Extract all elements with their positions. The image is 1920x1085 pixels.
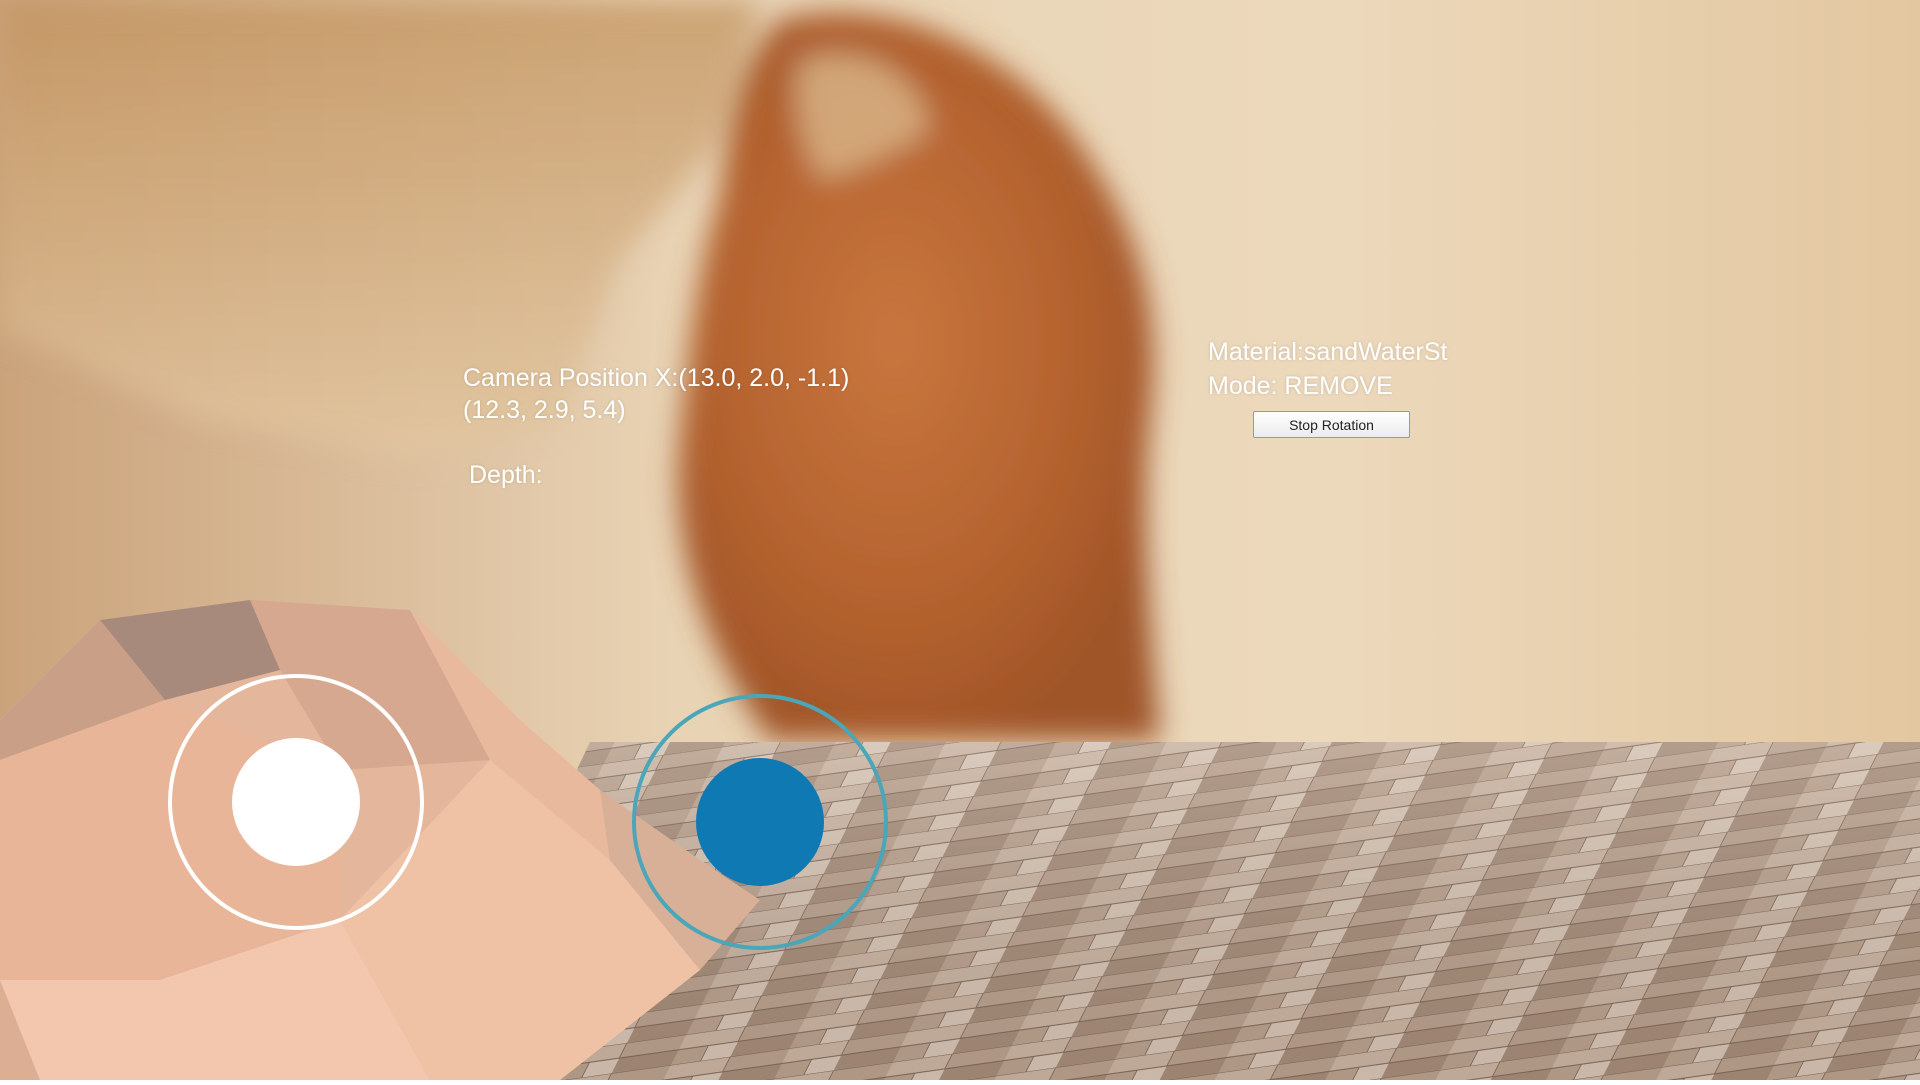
depth-label: Depth: <box>469 461 543 489</box>
mode-label: Mode: REMOVE <box>1208 372 1393 400</box>
camera-position-label: Camera Position X:(13.0, 2.0, -1.1) <box>463 364 850 392</box>
stop-rotation-button[interactable]: Stop Rotation <box>1253 411 1410 438</box>
camera-position-values: (12.3, 2.9, 5.4) <box>463 396 626 424</box>
material-label: Material:sandWaterSt <box>1208 338 1448 366</box>
look-joystick-knob[interactable] <box>696 758 824 886</box>
movement-joystick-knob[interactable] <box>232 738 360 866</box>
